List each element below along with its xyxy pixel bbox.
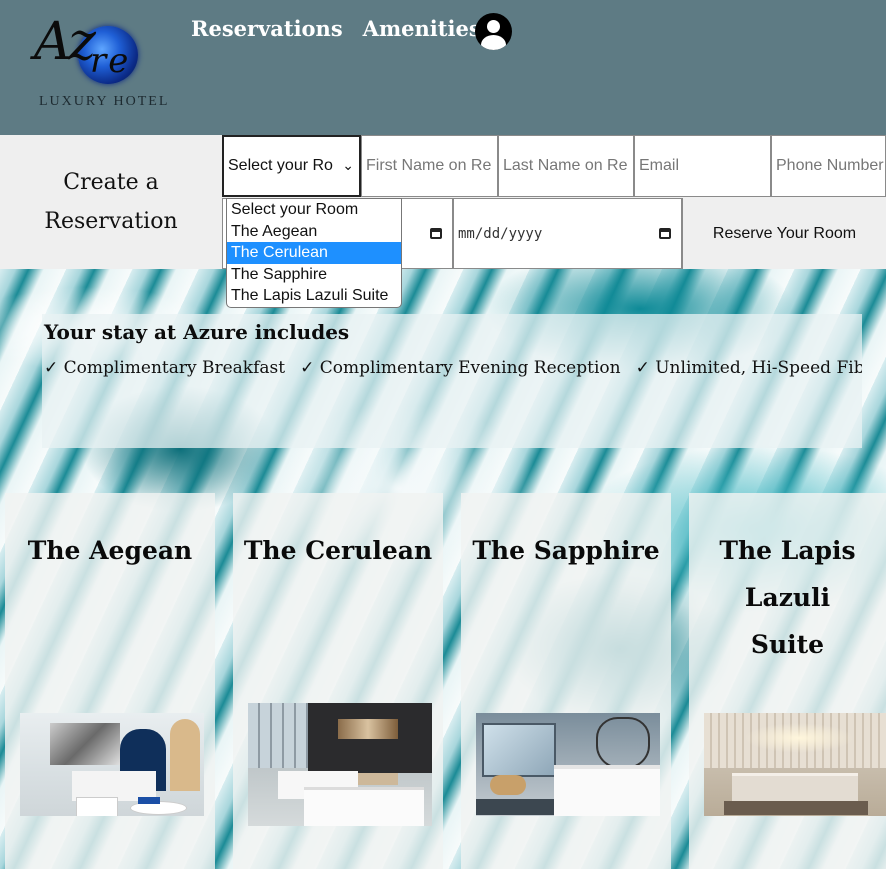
room-name: The Cerulean [243, 536, 433, 565]
avatar-body [481, 35, 506, 50]
room-photo [20, 713, 204, 816]
nav-reservations[interactable]: Reservations [191, 16, 343, 41]
check-out-date-field[interactable]: mm/dd/yyyy [453, 198, 682, 269]
azure-logo[interactable]: Az re LUXURY HOTEL [30, 14, 190, 114]
calendar-icon[interactable] [659, 228, 671, 239]
room-option[interactable]: The Sapphire [227, 264, 401, 286]
nav-amenities[interactable]: Amenities [363, 16, 481, 41]
room-option[interactable]: The Lapis Lazuli Suite [227, 285, 401, 307]
calendar-icon[interactable] [430, 228, 442, 239]
room-option-highlighted[interactable]: The Cerulean [227, 242, 401, 264]
email-field[interactable]: Email [634, 135, 771, 197]
first-name-field[interactable]: First Name on Re [361, 135, 498, 197]
room-select[interactable]: Select your Ro ⌄ [222, 135, 361, 197]
amenities-heading: Your stay at Azure includes [44, 320, 350, 344]
last-name-placeholder: Last Name on Re [503, 157, 628, 174]
check-out-date-placeholder: mm/dd/yyyy [458, 225, 543, 242]
reserve-button[interactable]: Reserve Your Room [682, 198, 886, 269]
site-header: Az re LUXURY HOTEL Reservations Amenitie… [0, 0, 886, 135]
user-account-icon[interactable] [475, 13, 512, 50]
perk-item: ✓ Complimentary Breakfast [44, 358, 286, 378]
main-nav: Reservations Amenities [191, 16, 481, 41]
phone-field[interactable]: Phone Number [771, 135, 886, 197]
avatar-head [487, 20, 500, 33]
room-card-sapphire[interactable]: The Sapphire [461, 493, 671, 869]
email-placeholder: Email [639, 157, 680, 174]
room-option[interactable]: Select your Room [227, 199, 401, 221]
reservation-title: Create a Reservation [44, 170, 178, 234]
room-name: The Sapphire [472, 536, 660, 565]
room-card-cerulean[interactable]: The Cerulean [233, 493, 443, 869]
room-dropdown-list: Select your Room The Aegean The Cerulean… [226, 198, 402, 308]
amenities-panel: Your stay at Azure includes ✓ Compliment… [42, 314, 862, 448]
room-option[interactable]: The Aegean [227, 221, 401, 243]
reservation-bar: Create a Reservation Select your Ro ⌄ Fi… [0, 135, 886, 269]
phone-placeholder: Phone Number [776, 157, 884, 174]
chevron-down-icon: ⌄ [342, 157, 354, 173]
logo-script-2: re [90, 41, 131, 81]
last-name-field[interactable]: Last Name on Re [498, 135, 634, 197]
room-card-aegean[interactable]: The Aegean [5, 493, 215, 869]
room-name: The Aegean [27, 536, 193, 565]
perk-item: ✓ Complimentary Evening Reception [300, 358, 621, 378]
logo-script-1: Az [34, 12, 96, 72]
room-select-value: Select your Ro [228, 157, 333, 174]
room-photo [704, 713, 886, 816]
room-card-lapis-lazuli[interactable]: The Lapis Lazuli Suite [689, 493, 886, 869]
perk-item: ✓ Unlimited, Hi-Speed Fibe [635, 358, 862, 378]
room-photo [248, 703, 432, 826]
room-photo [476, 713, 660, 816]
first-name-placeholder: First Name on Re [366, 157, 492, 174]
room-name: The Lapis Lazuli Suite [719, 536, 856, 659]
perks-list: ✓ Complimentary Breakfast ✓ Complimentar… [44, 358, 862, 378]
logo-subtitle: LUXURY HOTEL [39, 94, 170, 109]
